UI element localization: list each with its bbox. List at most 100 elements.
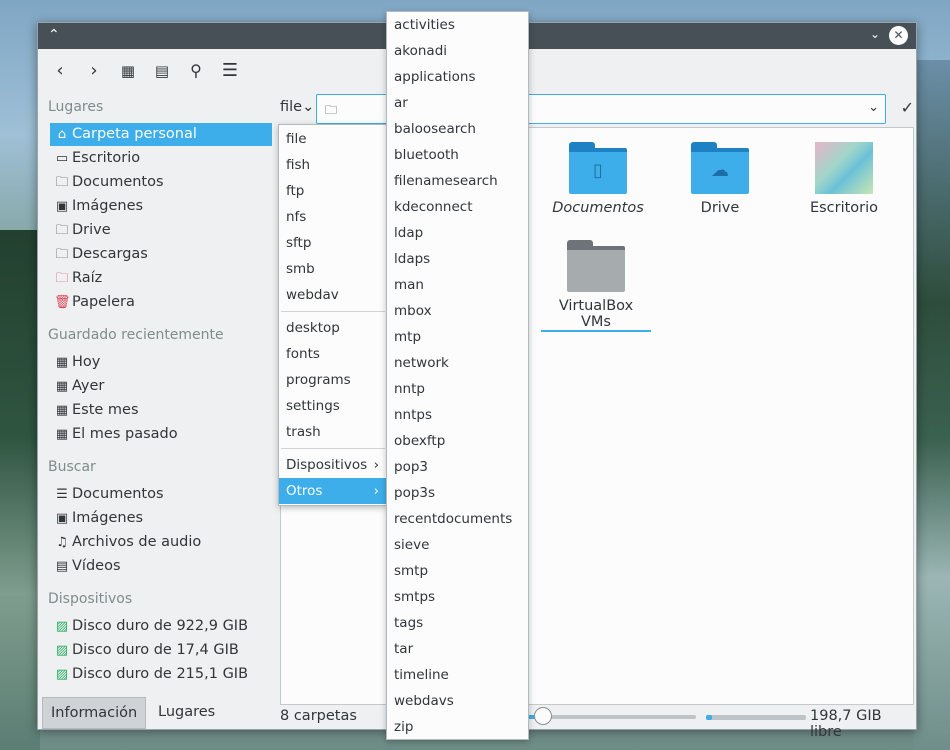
protocol-menu-item-smb[interactable]: smb (279, 256, 387, 282)
others-menu-item-smtps[interactable]: smtps (387, 584, 528, 610)
protocol-selector[interactable]: file⌄ (280, 99, 314, 115)
others-menu-item-mbox[interactable]: mbox (387, 298, 528, 324)
menu-icon[interactable]: ☰ (218, 59, 242, 83)
protocol-menu-item-programs[interactable]: programs (279, 367, 387, 393)
others-menu-item-mtp[interactable]: mtp (387, 324, 528, 350)
others-menu-item-activities[interactable]: activities (387, 12, 528, 38)
sidebar-item-vídeos[interactable]: ▤ Vídeos (50, 555, 272, 578)
protocol-menu-item-fonts[interactable]: fonts (279, 341, 387, 367)
protocol-menu-item-settings[interactable]: settings (279, 393, 387, 419)
others-menu-item-baloosearch[interactable]: baloosearch (387, 116, 528, 142)
others-menu-item-kdeconnect[interactable]: kdeconnect (387, 194, 528, 220)
protocol-menu-item-desktop[interactable]: desktop (279, 315, 387, 341)
sidebar-item-label: Disco duro de 922,9 GIB (72, 618, 249, 634)
protocol-menu-item-file[interactable]: file (279, 126, 387, 152)
sidebar-item-label: Imágenes (72, 198, 144, 214)
sidebar-item-ayer[interactable]: ▦ Ayer (50, 375, 272, 398)
file-item-escritorio[interactable]: Escritorio (789, 142, 899, 216)
folder-documents-icon: ▯ (569, 142, 627, 194)
sidebar-item-carpeta-personal[interactable]: ⌂ Carpeta personal (50, 123, 272, 146)
others-menu-item-tar[interactable]: tar (387, 636, 528, 662)
sidebar-item-label: Vídeos (72, 558, 121, 574)
protocol-menu-item-ftp[interactable]: ftp (279, 178, 387, 204)
statusbar: 8 carpetas 198,7 GIB libre (278, 703, 916, 740)
others-menu-item-obexftp[interactable]: obexftp (387, 428, 528, 454)
sidebar-item-label: Hoy (72, 354, 101, 370)
others-menu-item-network[interactable]: network (387, 350, 528, 376)
accept-location-icon[interactable]: ✓ (901, 98, 914, 117)
file-item-virtualbox[interactable]: VirtualBox VMs (541, 240, 651, 332)
others-menu-item-ldaps[interactable]: ldaps (387, 246, 528, 272)
others-menu-item-nntp[interactable]: nntp (387, 376, 528, 402)
sidebar-item-documentos[interactable]: 🗀 Documentos (50, 171, 272, 194)
others-menu-item-ldap[interactable]: ldap (387, 220, 528, 246)
sidebar-item-hoy[interactable]: ▦ Hoy (50, 351, 272, 374)
others-menu-item-filenamesearch[interactable]: filenamesearch (387, 168, 528, 194)
protocol-menu-item-otros[interactable]: Otros › (279, 478, 387, 504)
desktop-icon: ▭ (55, 151, 69, 166)
keep-above-icon[interactable]: ⌃ (48, 27, 60, 43)
menu-item-label: nfs (286, 209, 307, 225)
chevron-down-icon[interactable]: ⌄ (868, 100, 879, 115)
forward-icon[interactable]: › (82, 59, 106, 83)
others-menu-item-smtp[interactable]: smtp (387, 558, 528, 584)
sidebar-item-disco-duro-de-922-9-gib[interactable]: ▨ Disco duro de 922,9 GIB (50, 615, 272, 638)
search-section-title: Buscar (48, 459, 96, 475)
sidebar-item-descargas[interactable]: 🗀 Descargas (50, 243, 272, 266)
others-menu-item-ar[interactable]: ar (387, 90, 528, 116)
protocol-menu-item-trash[interactable]: trash (279, 419, 387, 445)
zoom-slider-handle[interactable] (534, 707, 552, 725)
sidebar-item-papelera[interactable]: 🗑 Papelera (50, 291, 272, 314)
protocol-menu-item-sftp[interactable]: sftp (279, 230, 387, 256)
search-icon[interactable]: ⚲ (184, 59, 208, 83)
sidebar-item-escritorio[interactable]: ▭ Escritorio (50, 147, 272, 170)
sidebar-item-imágenes[interactable]: ▣ Imágenes (50, 195, 272, 218)
menu-item-label: file (286, 131, 307, 147)
others-menu-item-tags[interactable]: tags (387, 610, 528, 636)
others-menu-item-sieve[interactable]: sieve (387, 532, 528, 558)
image-icon: ▣ (55, 511, 69, 526)
sidebar-item-disco-duro-de-17-4-gib[interactable]: ▨ Disco duro de 17,4 GIB (50, 639, 272, 662)
preview-icon[interactable]: ▤ (150, 59, 174, 83)
file-item-drive[interactable]: ☁ Drive (665, 142, 775, 216)
others-menu-item-zip[interactable]: zip (387, 714, 528, 740)
others-menu-item-webdavs[interactable]: webdavs (387, 688, 528, 714)
others-menu-item-akonadi[interactable]: akonadi (387, 38, 528, 64)
close-button[interactable]: ✕ (889, 26, 908, 45)
protocol-menu-item-dispositivos[interactable]: Dispositivos › (279, 452, 387, 478)
others-menu-item-pop3[interactable]: pop3 (387, 454, 528, 480)
protocol-menu-item-webdav[interactable]: webdav (279, 282, 387, 308)
others-menu-item-recentdocuments[interactable]: recentdocuments (387, 506, 528, 532)
others-menu-item-timeline[interactable]: timeline (387, 662, 528, 688)
sidebar-item-archivos-de-audio[interactable]: ♫ Archivos de audio (50, 531, 272, 554)
harddisk-icon: ▨ (55, 619, 69, 634)
protocol-menu-item-fish[interactable]: fish (279, 152, 387, 178)
sidebar-item-drive[interactable]: 🗀 Drive (50, 219, 272, 242)
minimize-icon[interactable]: ⌄ (870, 27, 880, 41)
chevron-right-icon: › (373, 457, 379, 473)
image-icon: ▣ (55, 199, 69, 214)
protocol-menu-item-nfs[interactable]: nfs (279, 204, 387, 230)
chevron-right-icon: › (373, 483, 379, 499)
sidebar-item-disco-duro-de-215-1-gib[interactable]: ▨ Disco duro de 215,1 GIB (50, 663, 272, 686)
others-menu-item-bluetooth[interactable]: bluetooth (387, 142, 528, 168)
others-menu-item-nntps[interactable]: nntps (387, 402, 528, 428)
tab-places[interactable]: Lugares (150, 697, 223, 727)
sidebar-item-label: Papelera (72, 294, 135, 310)
menu-separator (281, 448, 385, 449)
sidebar-item-documentos[interactable]: ☰ Documentos (50, 483, 272, 506)
sidebar-item-label: Disco duro de 215,1 GIB (72, 666, 249, 682)
others-menu-item-pop3s[interactable]: pop3s (387, 480, 528, 506)
others-menu-item-man[interactable]: man (387, 272, 528, 298)
sidebar-item-imágenes[interactable]: ▣ Imágenes (50, 507, 272, 530)
sidebar-item-raíz[interactable]: 🗀 Raíz (50, 267, 272, 290)
others-menu-item-applications[interactable]: applications (387, 64, 528, 90)
back-icon[interactable]: ‹ (48, 59, 72, 83)
sidebar-item-el-mes-pasado[interactable]: ▦ El mes pasado (50, 423, 272, 446)
trash-icon: 🗑 (54, 295, 71, 310)
sidebar-item-este-mes[interactable]: ▦ Este mes (50, 399, 272, 422)
video-icon: ▤ (55, 559, 69, 574)
file-item-documentos[interactable]: ▯ Documentos (543, 142, 653, 216)
tab-information[interactable]: Información (42, 697, 147, 729)
view-icons-icon[interactable]: ▦ (116, 59, 140, 83)
